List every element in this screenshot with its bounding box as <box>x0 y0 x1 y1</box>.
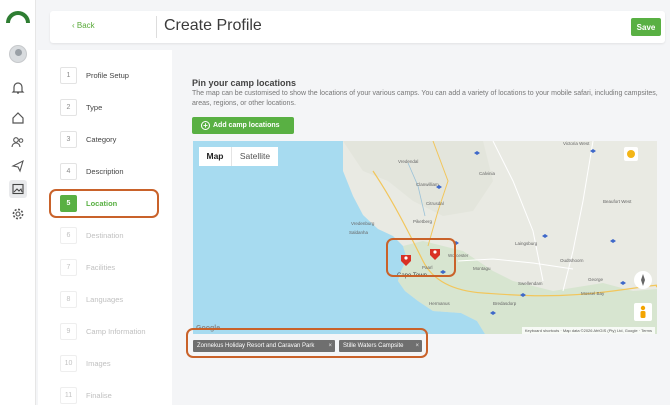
step-facilities[interactable]: 7 Facilities <box>60 259 180 276</box>
step-label: Profile Setup <box>86 71 129 80</box>
map-data-text: Map data ©2026 AfriGIS (Pty) Ltd, Google <box>562 328 638 333</box>
users-icon[interactable] <box>9 133 27 151</box>
back-link[interactable]: ‹ Back <box>72 21 95 30</box>
steps-panel: 1 Profile Setup 2 Type 3 Category 4 Descript… <box>38 50 172 405</box>
section-heading: Pin your camp locations <box>192 78 297 88</box>
home-icon[interactable] <box>9 109 27 127</box>
step-number: 2 <box>60 99 77 116</box>
add-camp-locations-button[interactable]: + Add camp locations <box>192 117 294 134</box>
step-number: 9 <box>60 323 77 340</box>
step-label: Destination <box>86 231 124 240</box>
map-place-label: Mossel Bay <box>581 291 605 296</box>
keyboard-shortcuts-link[interactable]: Keyboard shortcuts <box>525 328 559 333</box>
step-number: 8 <box>60 291 77 308</box>
tags-highlight <box>186 328 428 358</box>
logo-icon[interactable] <box>6 9 30 23</box>
step-label: Description <box>86 167 124 176</box>
map-type-map[interactable]: Map <box>199 147 231 166</box>
plus-icon: + <box>201 121 210 130</box>
step-images[interactable]: 10 Images <box>60 355 180 372</box>
compass-icon[interactable] <box>634 271 652 289</box>
image-icon[interactable] <box>9 180 27 198</box>
markers-highlight <box>386 238 456 277</box>
map-place-label: Swellendam <box>518 281 543 286</box>
step-number: 6 <box>60 227 77 244</box>
map-place-label: Vredendal <box>398 159 419 164</box>
step-profile-setup[interactable]: 1 Profile Setup <box>60 67 180 84</box>
section-description: The map can be customised to show the lo… <box>192 90 658 107</box>
step-description[interactable]: 4 Description <box>60 163 180 180</box>
step-finalise[interactable]: 11 Finalise <box>60 387 180 404</box>
add-button-label: Add camp locations <box>213 122 280 129</box>
map-place-label: Laingsburg <box>515 241 538 246</box>
page-title: Create Profile <box>164 17 262 34</box>
send-icon[interactable] <box>9 157 27 175</box>
map-type-satellite[interactable]: Satellite <box>231 147 278 166</box>
step-label: Type <box>86 103 103 112</box>
step-number: 7 <box>60 259 77 276</box>
map-place-label: Oudtshoorn <box>560 258 584 263</box>
step-label: Category <box>86 135 117 144</box>
map-place-label: Montagu <box>473 266 491 271</box>
map-place-label: Bredasdorp <box>493 301 517 306</box>
save-button[interactable]: Save <box>631 18 661 36</box>
map-place-label: Saldanha <box>349 230 369 235</box>
avatar[interactable] <box>9 45 27 63</box>
step-number: 11 <box>60 387 77 404</box>
header-divider <box>156 16 157 38</box>
step-camp-information[interactable]: 9 Camp Information <box>60 323 180 340</box>
step-number: 3 <box>60 131 77 148</box>
terms-link[interactable]: Terms <box>641 328 652 333</box>
step-number: 10 <box>60 355 77 372</box>
icon-rail <box>0 0 36 405</box>
map-place-label: Hermanus <box>429 301 450 306</box>
map-place-label: George <box>588 277 604 282</box>
map-place-label: Piketberg <box>413 219 433 224</box>
step-number: 4 <box>60 163 77 180</box>
map-place-label: Victoria West <box>563 141 590 146</box>
pegman-icon[interactable] <box>634 303 652 321</box>
back-label: Back <box>76 21 95 30</box>
step-number: 1 <box>60 67 77 84</box>
step-category[interactable]: 3 Category <box>60 131 180 148</box>
step-label: Finalise <box>86 391 112 400</box>
fullscreen-icon[interactable] <box>624 147 638 161</box>
map-attribution: Keyboard shortcuts · Map data ©2026 Afri… <box>521 327 655 334</box>
step-type[interactable]: 2 Type <box>60 99 180 116</box>
step-label: Camp Information <box>86 327 146 336</box>
step-languages[interactable]: 8 Languages <box>60 291 180 308</box>
bell-icon[interactable] <box>9 79 27 97</box>
page-header: ‹ Back Create Profile Save <box>50 11 665 43</box>
map-place-label: Citrusdal <box>426 201 444 206</box>
step-destination[interactable]: 6 Destination <box>60 227 180 244</box>
step-label: Images <box>86 359 111 368</box>
map-place-label: Vredenburg <box>351 221 375 226</box>
map-place-label: Calvinia <box>479 171 496 176</box>
map-place-label: Clanwilliam <box>416 182 439 187</box>
map-place-label: Beaufort West <box>603 199 632 204</box>
step-label: Languages <box>86 295 124 304</box>
step-label: Facilities <box>86 263 116 272</box>
gear-icon[interactable] <box>9 205 27 223</box>
location-step-highlight <box>49 189 159 218</box>
